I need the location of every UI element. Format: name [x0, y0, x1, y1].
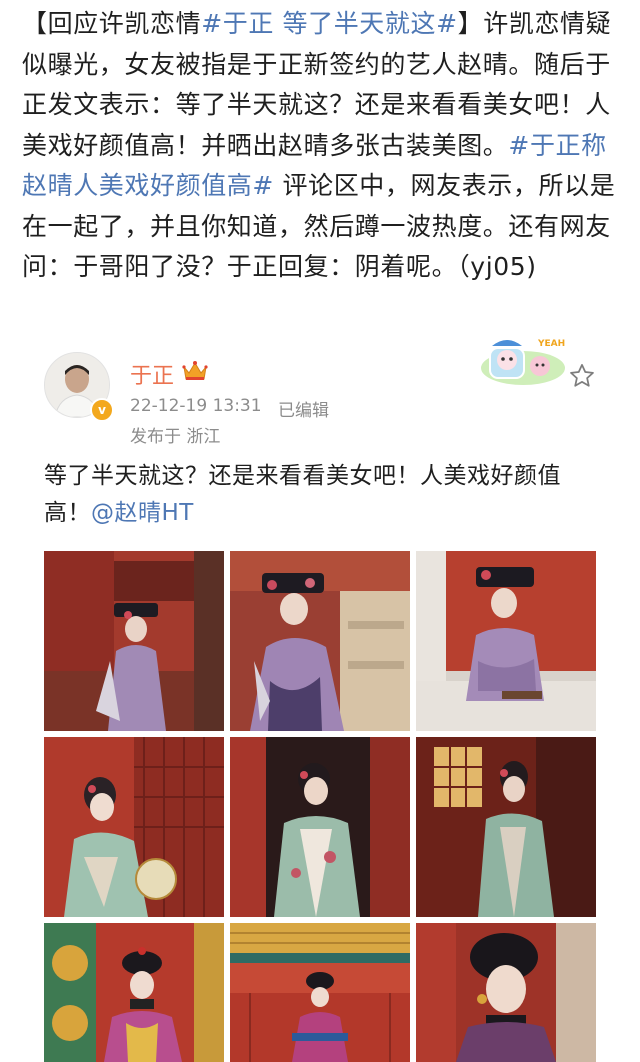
post-time: 22-12-19 13:31: [130, 396, 262, 416]
mention-link[interactable]: @赵晴HT: [91, 500, 194, 526]
photo-1[interactable]: [44, 551, 224, 731]
hashtag-link-1[interactable]: #于正 等了半天就这#: [201, 9, 457, 38]
photo-8[interactable]: [230, 923, 410, 1062]
post-header: v 于正 22-12-19 13:31 已编辑 发布于 浙江 YEAH!: [44, 339, 604, 452]
photo-6-image: [416, 737, 596, 917]
photo-2[interactable]: [230, 551, 410, 731]
article-text: 【回应许凯恋情#于正 等了半天就这#】许凯恋情疑似曝光，女友被指是于正新签约的艺…: [22, 4, 622, 288]
photo-4-image: [44, 737, 224, 917]
photo-3-image: [416, 551, 596, 731]
photo-2-image: [230, 551, 410, 731]
verified-badge: v: [90, 398, 114, 422]
photo-6[interactable]: [416, 737, 596, 917]
photo-7-image: [44, 923, 224, 1062]
photo-3[interactable]: [416, 551, 596, 731]
sticker-badge: YEAH!: [481, 339, 566, 385]
username[interactable]: 于正: [130, 358, 174, 390]
photo-7[interactable]: [44, 923, 224, 1062]
crown-icon: [182, 361, 208, 380]
sticker-text: YEAH!: [537, 339, 566, 349]
edited-label[interactable]: 已编辑: [278, 396, 329, 421]
star-icon[interactable]: [568, 362, 596, 390]
photo-5[interactable]: [230, 737, 410, 917]
photo-9-image: [416, 923, 596, 1062]
photo-9[interactable]: [416, 923, 596, 1062]
photo-4[interactable]: [44, 737, 224, 917]
photo-8-image: [230, 923, 410, 1062]
photo-1-image: [44, 551, 224, 731]
post-text: 等了半天就这？还是来看看美女吧！人美戏好颜值高！@赵晴HT: [44, 458, 604, 532]
photo-5-image: [230, 737, 410, 917]
post-location: 发布于 浙江: [130, 427, 221, 447]
article-lead: 【回应许凯恋情: [22, 9, 202, 38]
